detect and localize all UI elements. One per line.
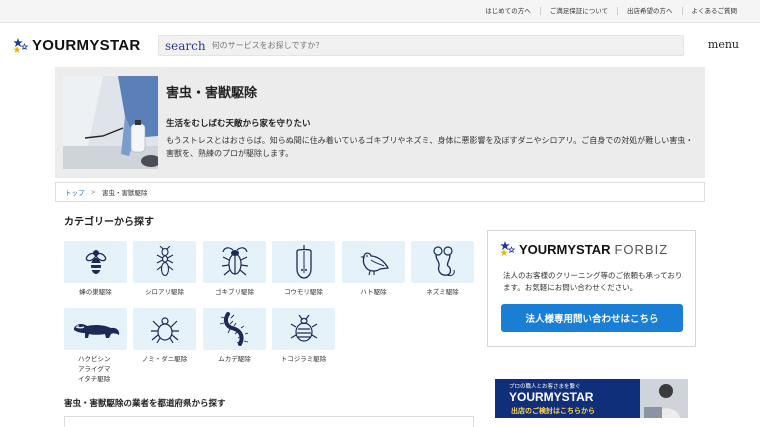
cockroach-icon [221,247,248,276]
breadcrumb-separator: > [90,188,96,196]
search-label: search [165,38,206,53]
search-bar[interactable]: search [158,35,684,56]
category-pigeon[interactable]: ハト駆除 [342,241,405,297]
site-logo[interactable]: YOURMYSTAR [13,37,141,54]
page-title: 害虫・害獣駆除 [166,86,258,101]
forbiz-description: 法人のお客様のクリーニング等のご依頼も承っております。お気軽にお問い合わせくださ… [503,271,683,292]
category-mouse[interactable]: ネズミ駆除 [411,241,474,297]
category-cockroach[interactable]: ゴキブリ駆除 [203,241,266,297]
mouse-icon [432,246,455,277]
category-bee[interactable]: 蜂の巣駆除 [64,241,127,297]
centipede-icon [219,312,248,346]
site-header: YOURMYSTAR search menu [0,23,760,67]
prefecture-section-title: 害虫・害獣駆除の業者を都道府県から探す [64,399,226,409]
hero-description: もうストレスとはおさらば。知らぬ間に住み着いているゴキブリやネズミ、身体に悪影響… [166,136,694,158]
category-label: 蜂の巣駆除 [79,288,112,296]
category-termite[interactable]: シロアリ駆除 [133,241,196,297]
link-beginners[interactable]: はじめての方へ [476,7,540,15]
banner-cta: 出店のご検討はこちらから [511,407,595,415]
mite-icon [150,317,179,343]
category-label: トコジラミ駆除 [280,355,327,363]
craftsman-image [640,379,688,418]
category-label: ネズミ駆除 [426,288,459,296]
category-bedbug[interactable]: トコジラミ駆除 [272,308,335,364]
category-centipede[interactable]: ムカデ駆除 [203,308,266,364]
corporate-inquiry-button[interactable]: 法人様専用問い合わせはこちら [501,304,683,332]
forbiz-card: YOURMYSTAR FORBIZ 法人のお客様のクリーニング等のご依頼も承って… [487,230,696,347]
category-label: ゴキブリ駆除 [215,288,254,296]
category-label: シロアリ駆除 [145,288,184,296]
forbiz-logo-main: YOURMYSTAR [519,241,611,257]
category-label: ノミ・ダニ駆除 [141,355,188,363]
category-hero: 害虫・害獣駆除 生活をむしばむ天敵から家を守りたい もうストレスとはおさらば。知… [55,67,705,178]
termite-icon [156,246,173,277]
category-mite[interactable]: ノミ・ダニ駆除 [133,308,196,364]
stars-logo-icon [500,241,516,256]
link-open-store[interactable]: 出店希望の方へ [617,7,682,15]
bee-icon [85,250,106,274]
category-label: コウモリ駆除 [284,288,323,296]
category-label: ハクビシンアライグマイタチ駆除 [78,355,111,383]
bat-icon [295,245,312,279]
banner-brand: YOURMYSTAR [509,390,594,404]
category-label: ムカデ駆除 [218,355,251,363]
category-bat[interactable]: コウモリ駆除 [272,241,335,297]
banner-photo [640,379,688,418]
forbiz-logo-sub: FORBIZ [614,241,669,257]
breadcrumb-home[interactable]: トップ [65,187,85,197]
civet-icon [73,323,119,338]
menu-button[interactable]: menu [708,38,739,51]
breadcrumb: トップ > 害虫・害獣駆除 [55,182,705,202]
stars-logo-icon [13,37,29,53]
hero-photo [63,76,158,169]
forbiz-logo[interactable]: YOURMYSTAR FORBIZ [500,241,668,257]
prefecture-list-box [64,416,474,427]
link-faq[interactable]: よくあるご質問 [681,7,747,15]
banner-tagline: プロの職人とお客さまを繋ぐ [509,384,581,390]
pest-control-worker-image [63,76,158,169]
logo-text: YOURMYSTAR [32,37,141,54]
top-utility-bar: はじめての方へ ご満足保証について 出店希望の方へ よくあるご質問 [0,0,760,23]
search-input[interactable] [211,41,652,50]
category-label: ハト駆除 [360,288,387,296]
category-civet[interactable]: ハクビシンアライグマイタチ駆除 [64,308,127,384]
bedbug-icon [290,315,317,342]
top-links: はじめての方へ ご満足保証について 出店希望の方へ よくあるご質問 [476,0,746,22]
category-section-title: カテゴリーから探す [64,217,154,228]
breadcrumb-current: 害虫・害獣駆除 [101,189,148,197]
pigeon-icon [359,252,389,276]
link-satisfaction-guarantee[interactable]: ご満足保証について [539,7,617,15]
hero-subtitle: 生活をむしばむ天敵から家を守りたい [166,119,311,129]
open-store-banner[interactable]: プロの職人とお客さまを繋ぐ YOURMYSTAR 出店のご検討はこちらから [495,379,688,418]
